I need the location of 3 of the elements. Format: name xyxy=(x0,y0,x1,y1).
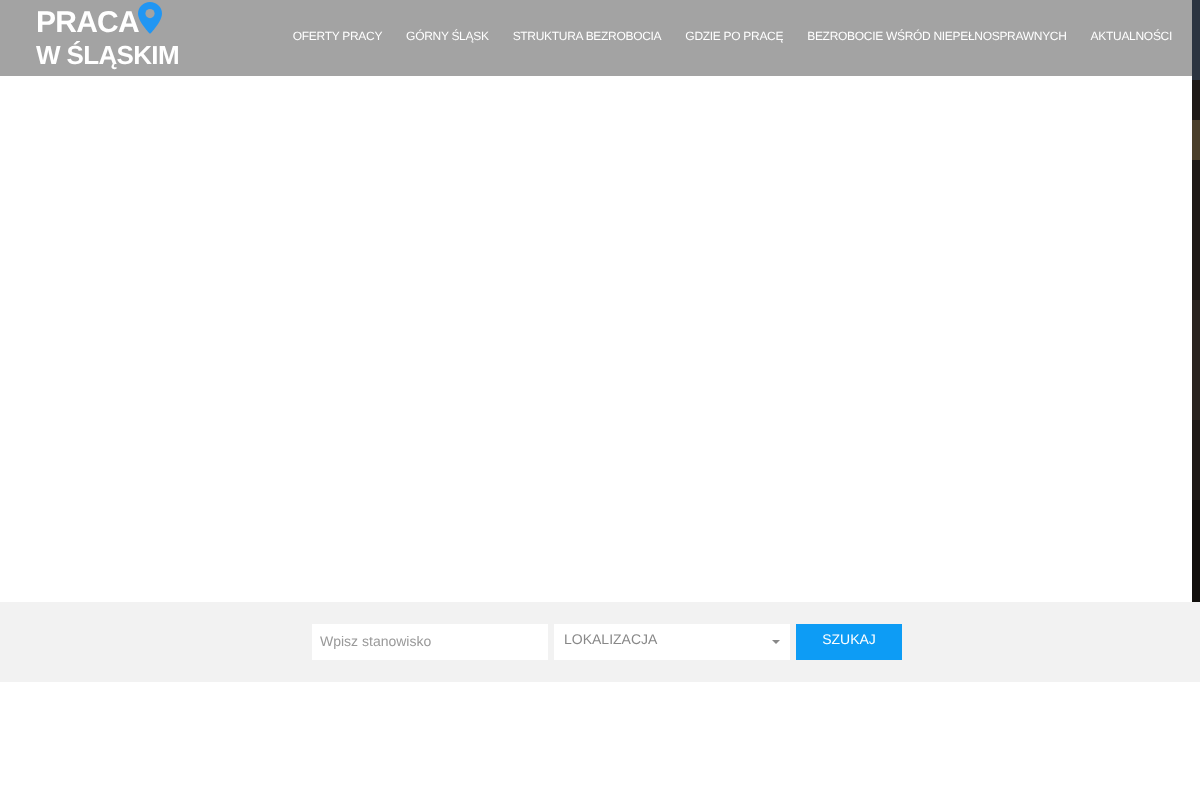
logo-text[interactable]: PRACA xyxy=(36,8,139,38)
logo-text[interactable]: W ŚLĄSKIM xyxy=(36,42,179,68)
dropdown-arrow-icon xyxy=(772,640,780,644)
